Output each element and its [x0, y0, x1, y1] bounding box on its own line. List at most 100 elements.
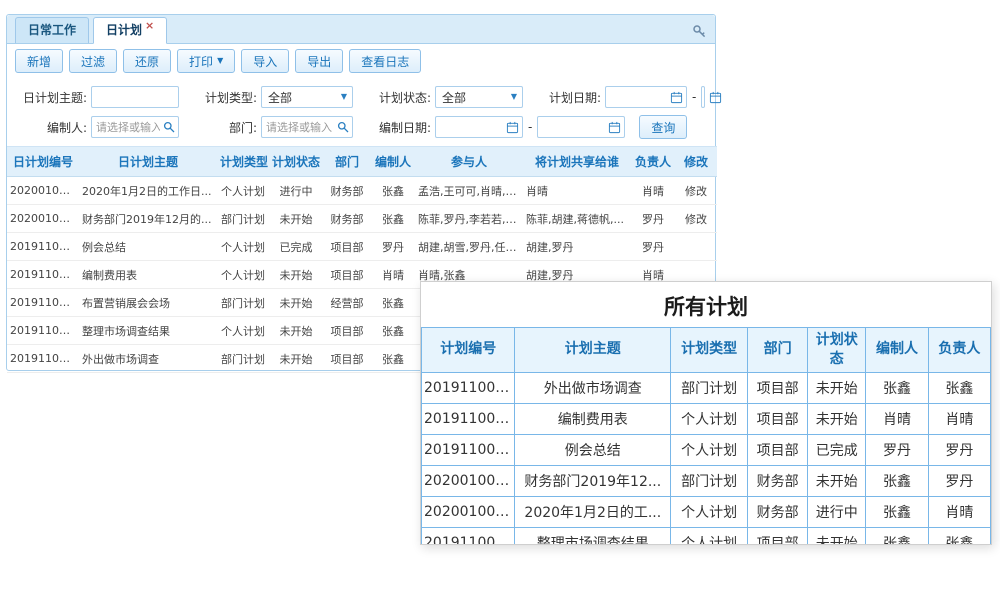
- plan-id-link[interactable]: 2019110005: [7, 233, 79, 261]
- department-cell: 项目部: [748, 403, 808, 434]
- department-input[interactable]: [262, 121, 337, 134]
- plan-status-cell: 进行中: [269, 177, 323, 205]
- col-owner[interactable]: 负责人: [631, 147, 675, 177]
- owner-link[interactable]: 罗丹: [631, 233, 675, 261]
- creator-cell: 张鑫: [866, 465, 928, 496]
- plan-date-start-input[interactable]: [606, 91, 670, 104]
- creator-cell: 张鑫: [866, 527, 928, 545]
- view-log-button[interactable]: 查看日志: [349, 49, 421, 73]
- col-plan-status[interactable]: 计划状态: [269, 147, 323, 177]
- col-share-with[interactable]: 将计划共享给谁: [523, 147, 631, 177]
- make-date-end-input[interactable]: [538, 121, 608, 134]
- plan-type-cell: 个人计划: [217, 261, 269, 289]
- query-button[interactable]: 查询: [639, 115, 687, 139]
- caret-down-icon: ▼: [217, 57, 223, 65]
- plan-subject-link[interactable]: 整理市场调查结果: [79, 317, 217, 345]
- plan-id-link[interactable]: 2020010002: [7, 177, 79, 205]
- edit-link[interactable]: 修改: [675, 205, 717, 233]
- calendar-icon[interactable]: [709, 91, 722, 104]
- search-icon[interactable]: [163, 121, 175, 133]
- plan-row: 2019110004 编制费用表 个人计划 项目部 未开始 肖晴 肖晴: [422, 403, 991, 434]
- creator-input[interactable]: [92, 121, 163, 134]
- owner-cell: 罗丹: [928, 465, 990, 496]
- toolbar: 新增 过滤 还原 打印 ▼ 导入 导出 查看日志: [7, 44, 715, 78]
- table-header-row: 日计划编号 日计划主题 计划类型 计划状态 部门 编制人 参与人 将计划共享给谁…: [7, 147, 717, 177]
- plan-type-cell: 部门计划: [671, 372, 748, 403]
- owner-cell: 肖晴: [928, 496, 990, 527]
- plan-subject-input[interactable]: [91, 86, 179, 108]
- plan-status-cell: 未开始: [808, 372, 866, 403]
- plan-subject-link[interactable]: 2020年1月2日的工作日...: [79, 177, 217, 205]
- edit-link[interactable]: [675, 233, 717, 261]
- close-tab-icon[interactable]: ×: [145, 19, 154, 32]
- department-cell: 项目部: [323, 345, 371, 373]
- plan-type-cell: 个人计划: [217, 177, 269, 205]
- col-plan-type[interactable]: 计划类型: [217, 147, 269, 177]
- import-button[interactable]: 导入: [241, 49, 289, 73]
- creator-cell: 张鑫: [371, 289, 415, 317]
- plan-row: 2020010001 财务部门2019年12... 部门计划 财务部 未开始 张…: [422, 465, 991, 496]
- print-button[interactable]: 打印 ▼: [177, 49, 235, 73]
- plan-id-link[interactable]: 2019110003: [7, 289, 79, 317]
- plan-type-cell: 部门计划: [217, 289, 269, 317]
- plan-id-cell: 2020010002: [422, 496, 515, 527]
- plan-id-link[interactable]: 2019110002: [7, 317, 79, 345]
- col-participants[interactable]: 参与人: [415, 147, 523, 177]
- col-plan-subject[interactable]: 日计划主题: [79, 147, 217, 177]
- plan-type-cell: 部门计划: [671, 465, 748, 496]
- creator-cell: 张鑫: [371, 177, 415, 205]
- plan-subject-link[interactable]: 编制费用表: [79, 261, 217, 289]
- calendar-icon[interactable]: [506, 121, 519, 134]
- key-icon: [692, 24, 707, 39]
- make-date-label: 编制日期:: [371, 119, 431, 136]
- plan-subject-link[interactable]: 外出做市场调查: [79, 345, 217, 373]
- participants-cell: 孟浩,王可可,肖晴,张鑫: [415, 177, 523, 205]
- tab-daily-plan[interactable]: 日计划×: [93, 17, 167, 44]
- edit-link[interactable]: 修改: [675, 177, 717, 205]
- col-edit[interactable]: 修改: [675, 147, 717, 177]
- filter-button[interactable]: 过滤: [69, 49, 117, 73]
- filter-row-1: 日计划主题: 计划类型: 全部 ▼ 计划状态: 全部 ▼ 计划日期:: [15, 82, 707, 112]
- date-range-separator: -: [687, 90, 701, 104]
- creator-cell: 罗丹: [866, 434, 928, 465]
- creator-cell: 张鑫: [371, 317, 415, 345]
- plan-id-cell: 2019110002: [422, 527, 515, 545]
- all-plans-table: 计划编号 计划主题 计划类型 部门 计划状态 编制人 负责人 201911000…: [421, 327, 991, 545]
- plan-row[interactable]: 2020010002 2020年1月2日的工作日... 个人计划 进行中 财务部…: [7, 177, 717, 205]
- table-header-row: 计划编号 计划主题 计划类型 部门 计划状态 编制人 负责人: [422, 328, 991, 373]
- plan-row[interactable]: 2020010001 财务部门2019年12月的... 部门计划 未开始 财务部…: [7, 205, 717, 233]
- add-button[interactable]: 新增: [15, 49, 63, 73]
- calendar-icon[interactable]: [608, 121, 621, 134]
- plan-status-select[interactable]: 全部 ▼: [435, 86, 523, 108]
- creator-cell: 肖晴: [866, 403, 928, 434]
- col-plan-status: 计划状态: [808, 328, 866, 373]
- export-button[interactable]: 导出: [295, 49, 343, 73]
- creator-cell: 张鑫: [371, 205, 415, 233]
- tab-daily-work[interactable]: 日常工作: [15, 17, 89, 43]
- plan-type-selected-value: 全部: [268, 89, 292, 106]
- plan-type-select[interactable]: 全部 ▼: [261, 86, 353, 108]
- owner-link[interactable]: 罗丹: [631, 205, 675, 233]
- plan-id-link[interactable]: 2019110001: [7, 345, 79, 373]
- col-plan-id: 计划编号: [422, 328, 515, 373]
- plan-subject-link[interactable]: 布置营销展会会场: [79, 289, 217, 317]
- plan-subject-link[interactable]: 例会总结: [79, 233, 217, 261]
- plan-id-link[interactable]: 2019110004: [7, 261, 79, 289]
- col-plan-id[interactable]: 日计划编号: [7, 147, 79, 177]
- col-creator[interactable]: 编制人: [371, 147, 415, 177]
- owner-link[interactable]: 肖晴: [631, 177, 675, 205]
- plan-row[interactable]: 2019110005 例会总结 个人计划 已完成 项目部 罗丹 胡建,胡雪,罗丹…: [7, 233, 717, 261]
- plan-subject-link[interactable]: 财务部门2019年12月的...: [79, 205, 217, 233]
- col-department: 部门: [748, 328, 808, 373]
- restore-button[interactable]: 还原: [123, 49, 171, 73]
- plan-type-cell: 个人计划: [671, 496, 748, 527]
- creator-cell: 张鑫: [866, 496, 928, 527]
- col-department[interactable]: 部门: [323, 147, 371, 177]
- search-icon[interactable]: [337, 121, 349, 133]
- plan-date-end-input[interactable]: [702, 91, 709, 104]
- calendar-icon[interactable]: [670, 91, 683, 104]
- plan-id-link[interactable]: 2020010001: [7, 205, 79, 233]
- permission-key-button[interactable]: [691, 23, 707, 39]
- make-date-start-input[interactable]: [436, 121, 506, 134]
- department-cell: 项目部: [323, 261, 371, 289]
